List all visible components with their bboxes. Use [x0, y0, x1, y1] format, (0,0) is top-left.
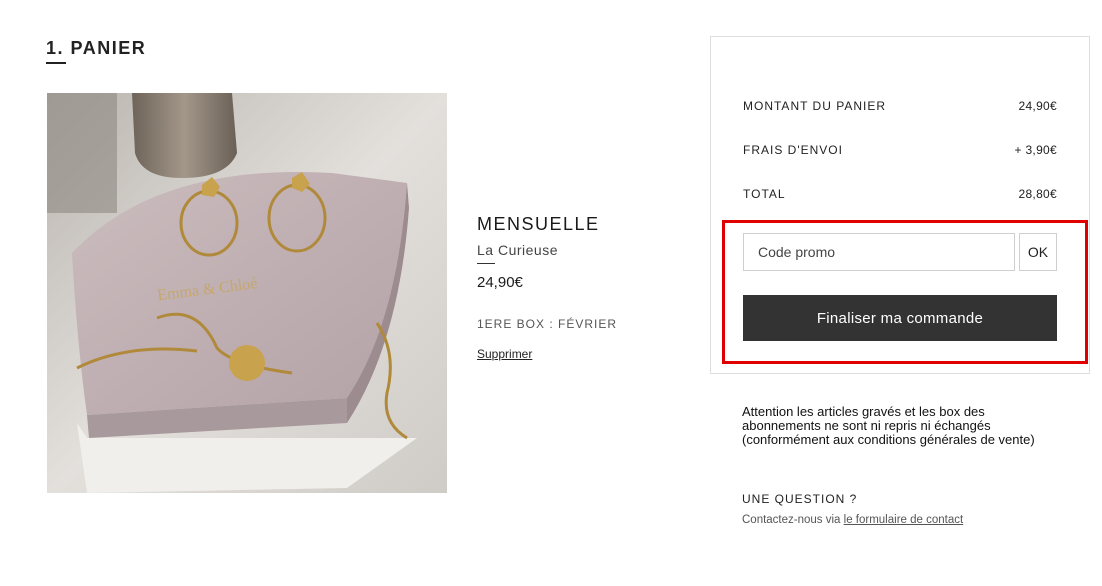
help-title: UNE QUESTION ?: [742, 492, 858, 506]
summary-row-total: TOTAL 28,80€: [743, 187, 1057, 201]
page-title: 1. PANIER: [46, 38, 146, 59]
product-image: Emma & Chloé: [47, 93, 447, 493]
summary-label: MONTANT DU PANIER: [743, 99, 887, 113]
summary-row-subtotal: MONTANT DU PANIER 24,90€: [743, 99, 1057, 113]
summary-row-shipping: FRAIS D'ENVOI + 3,90€: [743, 143, 1057, 157]
contact-prefix: Contactez-nous via: [742, 514, 844, 526]
contact-line: Contactez-nous via le formulaire de cont…: [742, 514, 963, 526]
summary-value: 24,90€: [1018, 99, 1057, 113]
product-price: 24,90€: [477, 274, 523, 291]
return-policy-notice: Attention les articles gravés et les box…: [742, 404, 1035, 447]
checkout-button[interactable]: Finaliser ma commande: [743, 295, 1057, 341]
product-variant-rest: Curieuse: [493, 242, 558, 258]
step-title: PANIER: [70, 38, 147, 58]
product-variant: La Curieuse: [477, 242, 558, 258]
summary-value: 28,80€: [1018, 187, 1057, 201]
product-name: MENSUELLE: [477, 214, 600, 234]
summary-value: + 3,90€: [1014, 143, 1057, 157]
remove-item-link[interactable]: Supprimer: [477, 347, 532, 361]
product-info: MENSUELLE La Curieuse 24,90€ 1ERE BOX : …: [477, 214, 697, 363]
step-number: 1.: [46, 38, 65, 58]
product-variant-first: La: [477, 242, 494, 258]
promo-ok-button[interactable]: OK: [1019, 233, 1057, 271]
contact-form-link[interactable]: le formulaire de contact: [844, 514, 964, 526]
summary-label: FRAIS D'ENVOI: [743, 143, 843, 157]
promo-code-input[interactable]: [743, 233, 1015, 271]
product-box-info: 1ERE BOX : FÉVRIER: [477, 317, 618, 331]
product-photo-illustration: Emma & Chloé: [47, 93, 447, 493]
summary-label: TOTAL: [743, 187, 786, 201]
